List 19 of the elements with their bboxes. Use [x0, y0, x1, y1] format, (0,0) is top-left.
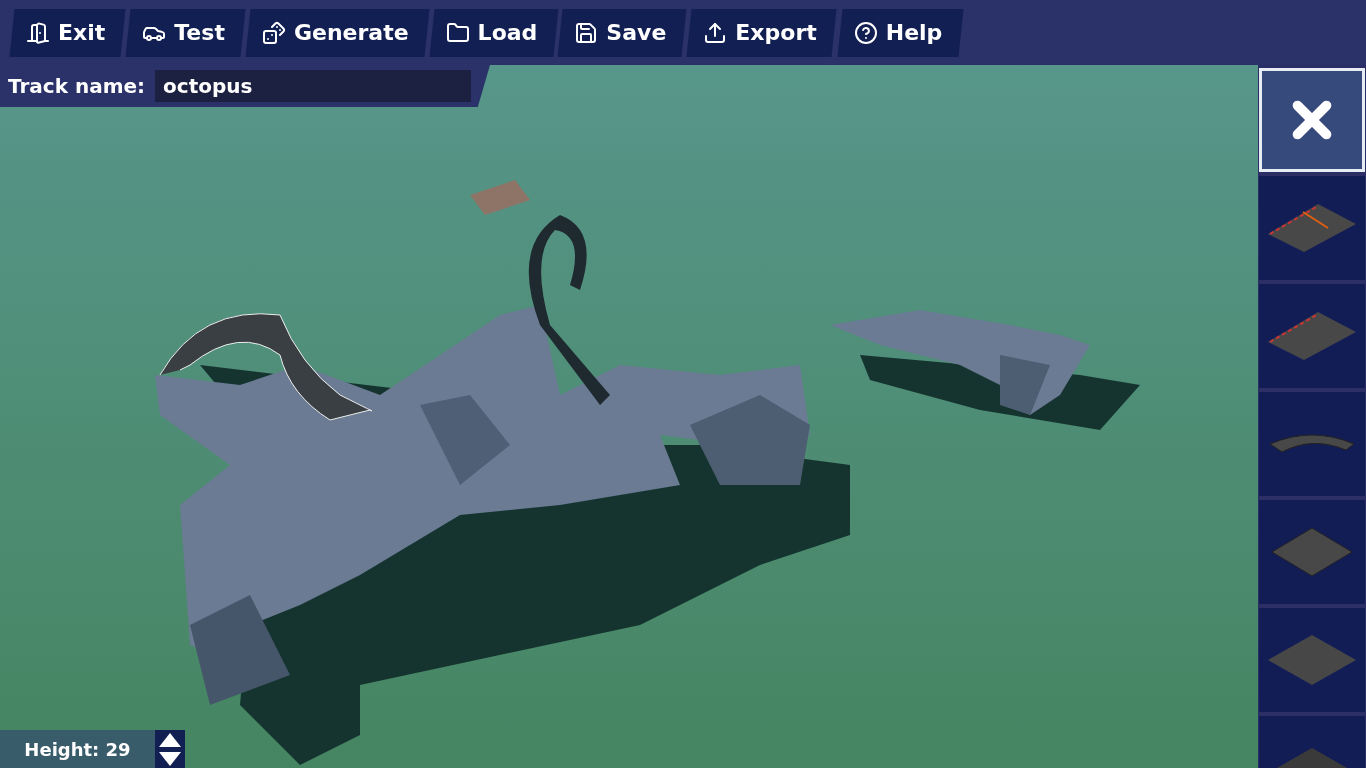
- toolbar-button[interactable]: Exit: [12, 8, 124, 57]
- toolbar-button[interactable]: Export: [689, 8, 835, 57]
- track-name-field[interactable]: octopus: [155, 70, 472, 102]
- start-track-piece-icon: [1268, 204, 1356, 252]
- toolbar-button[interactable]: Help: [839, 8, 961, 57]
- toolbar-button[interactable]: Load: [431, 8, 556, 57]
- help-icon: [853, 20, 878, 45]
- up-triangle-icon: [159, 732, 181, 747]
- save-icon: [574, 20, 599, 45]
- toolbar-button[interactable]: Save: [560, 8, 685, 57]
- down-triangle-icon: [159, 751, 181, 766]
- palette-item[interactable]: [1259, 68, 1365, 172]
- straight-track-piece-icon: [1268, 312, 1356, 360]
- toolbar-button[interactable]: Generate: [247, 8, 427, 57]
- toolbar-button[interactable]: Test: [128, 8, 243, 57]
- junction-piece-icon: [1272, 528, 1352, 576]
- track-name-label: Track name:: [8, 74, 146, 98]
- flat-plate-piece-icon: [1268, 635, 1356, 685]
- height-value: Height: 29: [0, 730, 155, 768]
